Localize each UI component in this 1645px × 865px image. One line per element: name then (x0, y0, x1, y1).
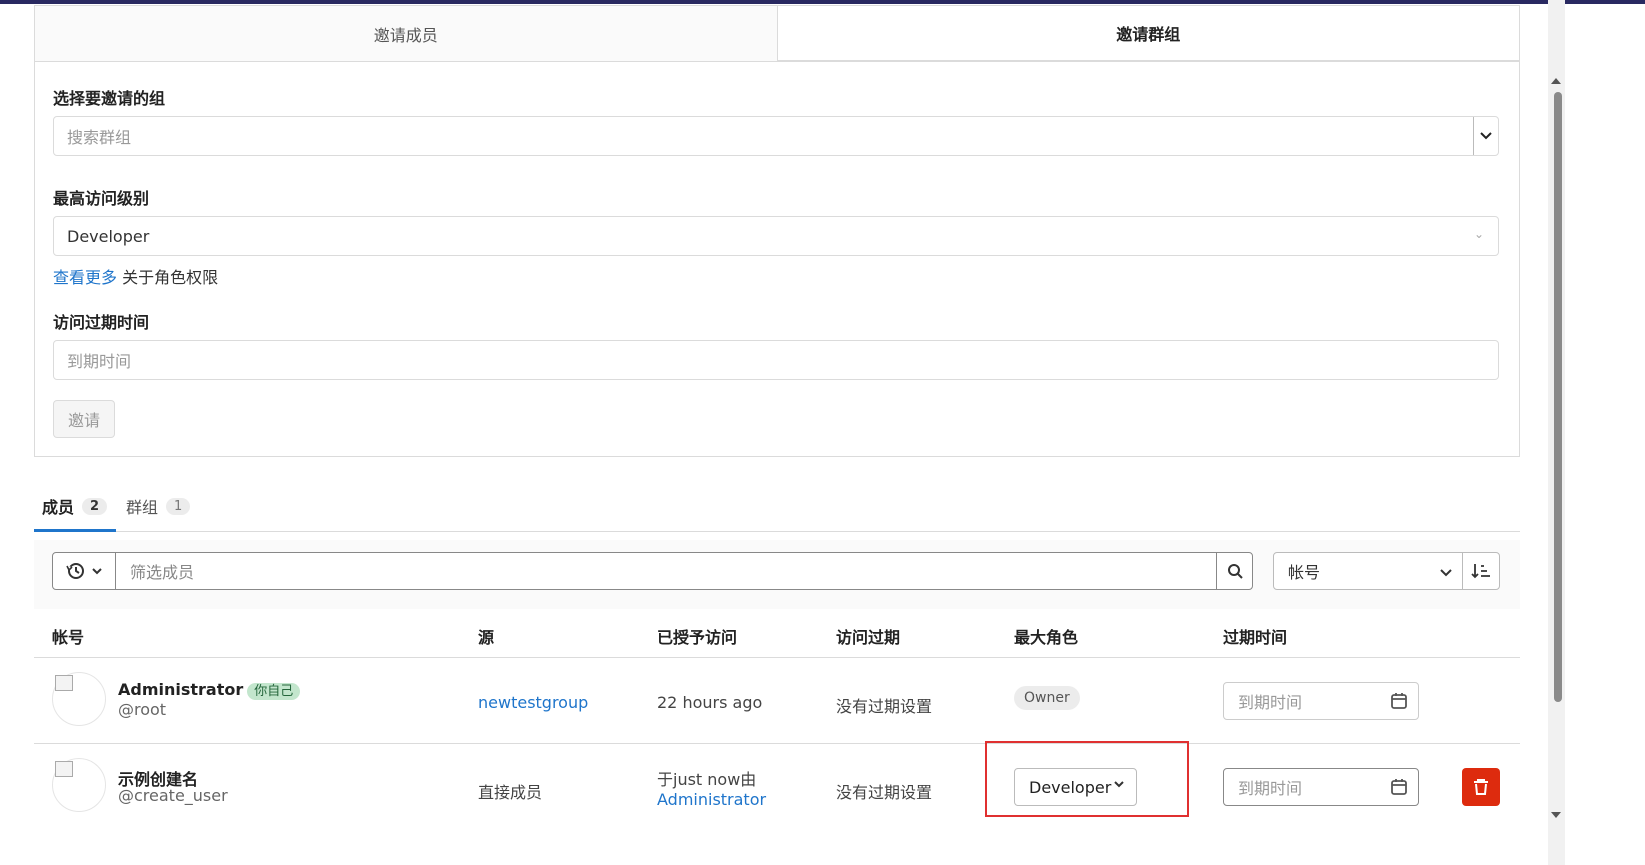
invite-button[interactable]: 邀请 (53, 400, 115, 438)
access-expiry-status: 没有过期设置 (836, 783, 933, 802)
col-access-expires: 访问过期 (836, 628, 901, 647)
scroll-up-arrow[interactable] (1551, 78, 1561, 84)
chevron-down-icon (1114, 781, 1124, 788)
tab-invite-group[interactable]: 邀请群组 (777, 6, 1519, 62)
tab-invite-members[interactable]: 邀请成员 (35, 6, 778, 62)
trash-icon (1474, 779, 1488, 795)
tab-members-label: 成员 (42, 498, 75, 517)
see-more-link[interactable]: 查看更多 (53, 268, 117, 287)
members-table-header: 帐号 源 已授予访问 访问过期 最大角色 过期时间 (34, 610, 1520, 658)
role-dropdown[interactable]: Developer (1014, 768, 1137, 806)
history-icon (66, 563, 84, 579)
remove-member-button[interactable] (1462, 768, 1500, 806)
sort-by-select[interactable]: 帐号 (1273, 552, 1463, 590)
invite-tabs: 邀请成员 邀请群组 (35, 6, 1519, 62)
tab-groups-label: 群组 (126, 498, 159, 517)
source-direct: 直接成员 (478, 783, 543, 802)
role-badge: Owner (1014, 686, 1080, 710)
expiry-placeholder: 到期时间 (1238, 779, 1303, 798)
scroll-down-arrow[interactable] (1551, 812, 1561, 818)
sort-by-value: 帐号 (1288, 563, 1321, 582)
filter-members-input[interactable]: 筛选成员 (130, 553, 194, 589)
broken-image-icon (55, 761, 73, 777)
calendar-icon (1391, 693, 1407, 709)
member-tabs: 成员 2 群组 1 (34, 486, 1520, 532)
chevron-down-icon: ⌄ (1473, 227, 1484, 241)
access-level-value: Developer (67, 226, 150, 246)
groups-count-badge: 1 (166, 497, 191, 515)
granted-time: 于just now由 (657, 770, 757, 789)
chevron-down-icon (1480, 132, 1492, 140)
sort-ascending-icon (1471, 564, 1490, 579)
tab-members[interactable]: 成员 2 (42, 494, 108, 518)
recent-searches-button[interactable] (53, 553, 116, 589)
you-badge: 你自己 (247, 683, 301, 700)
expiry-label: 访问过期时间 (53, 313, 150, 332)
members-count-badge: 2 (82, 497, 108, 515)
member-handle: @root (118, 700, 167, 719)
chevron-down-icon (92, 567, 102, 574)
hint-text: 关于角色权限 (122, 268, 219, 287)
col-account: 帐号 (52, 628, 85, 647)
invite-panel: 邀请成员 邀请群组 选择要邀请的组 搜索群组 最高访问级别 Developer … (34, 5, 1520, 457)
access-expiry-status: 没有过期设置 (836, 697, 933, 716)
group-search-field[interactable]: 搜索群组 (53, 116, 1499, 156)
col-granted: 已授予访问 (657, 628, 738, 647)
member-name-block: Administrator 你自己 (118, 680, 301, 700)
group-search-placeholder: 搜索群组 (67, 128, 132, 147)
avatar (52, 672, 106, 726)
member-filter-bar: 筛选成员 帐号 (34, 540, 1520, 609)
table-row: Administrator 你自己 @root newtestgroup 22 h… (34, 658, 1520, 744)
member-name[interactable]: Administrator (118, 680, 243, 699)
avatar (52, 758, 106, 812)
search-button[interactable] (1216, 553, 1252, 589)
calendar-icon (1391, 779, 1407, 795)
scrollbar-thumb[interactable] (1554, 92, 1562, 702)
member-handle: @create_user (118, 786, 228, 805)
access-level-label: 最高访问级别 (53, 189, 150, 208)
broken-image-icon (55, 675, 73, 691)
table-row: 示例创建名 @create_user 直接成员 于just now由 Admin… (34, 741, 1520, 830)
access-level-select[interactable]: Developer ⌄ (53, 216, 1499, 256)
group-dropdown-toggle[interactable] (1473, 117, 1498, 155)
granted-by-link[interactable]: Administrator (657, 790, 766, 809)
sort-direction-button[interactable] (1462, 552, 1500, 590)
granted-time: 22 hours ago (657, 693, 763, 712)
expiration-date-input[interactable]: 到期时间 (1223, 682, 1419, 720)
col-expiration: 过期时间 (1223, 628, 1288, 647)
role-value: Developer (1029, 777, 1112, 797)
expiration-date-input[interactable]: 到期时间 (1223, 768, 1419, 806)
active-tab-indicator (34, 529, 116, 532)
filter-search-box: 筛选成员 (52, 552, 1253, 590)
filter-placeholder: 筛选成员 (130, 563, 195, 582)
top-nav-border (0, 0, 1645, 4)
col-max-role: 最大角色 (1014, 628, 1079, 647)
col-source: 源 (478, 628, 495, 647)
source-link[interactable]: newtestgroup (478, 693, 588, 712)
search-icon (1227, 564, 1243, 579)
page-scrollbar[interactable] (1548, 0, 1565, 865)
expiry-date-input[interactable]: 到期时间 (53, 340, 1499, 380)
group-select-label: 选择要邀请的组 (53, 89, 166, 108)
role-permission-hint: 查看更多 关于角色权限 (53, 264, 218, 288)
expiry-placeholder: 到期时间 (1238, 693, 1303, 712)
chevron-down-icon (1440, 569, 1452, 577)
expiry-placeholder: 到期时间 (67, 352, 132, 371)
tab-groups[interactable]: 群组 1 (126, 494, 191, 518)
